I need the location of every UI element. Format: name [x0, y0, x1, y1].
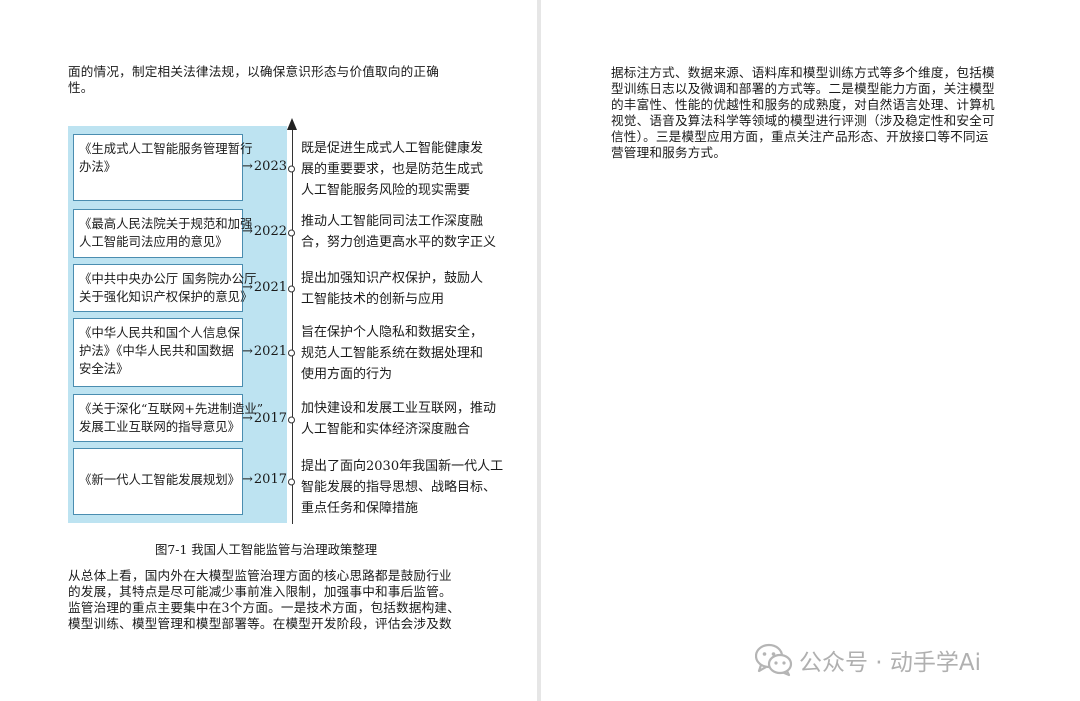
law-title-line: 《新一代人工智能发展规划》	[79, 472, 241, 487]
desc-line: 使用方面的行为	[301, 367, 393, 382]
watermark: 公众号 · 动手学Ai	[755, 640, 981, 680]
law-title-line: 《最高人民法院关于规范和加强	[79, 216, 253, 231]
text-line: 性。	[68, 80, 94, 95]
right-arrow-icon: →	[242, 159, 253, 174]
desc-line: 展的重要要求，也是防范生成式	[301, 162, 484, 177]
year-label: →2017	[242, 411, 287, 426]
right-arrow-icon: →	[242, 224, 253, 239]
timeline-arrowhead-icon	[287, 118, 297, 130]
right-arrow-icon: →	[242, 472, 253, 487]
desc-line: 规范人工智能系统在数据处理和	[301, 346, 484, 361]
right-page-paragraph: 据标注方式、数据来源、语料库和模型训练方式等多个维度，包括模 型训练日志以及微调…	[611, 65, 1016, 161]
policy-description: 提出了面向2030年我国新一代人工 智能发展的指导思想、战略目标、 重点任务和保…	[301, 456, 503, 519]
desc-line: 提出加强知识产权保护，鼓励人	[301, 271, 484, 286]
right-arrow-icon: →	[242, 411, 253, 426]
figure-caption: 图7-1 我国人工智能监管与治理政策整理	[155, 542, 378, 557]
year-label: →2023	[242, 159, 287, 174]
desc-line: 推动人工智能同司法工作深度融	[301, 214, 484, 229]
year-label: →2021	[242, 280, 287, 295]
timeline-dot	[288, 229, 295, 237]
desc-line: 人工智能服务风险的现实需要	[301, 183, 471, 198]
law-title-line: 《中共中央办公厅 国务院办公厅	[79, 271, 257, 286]
text-line: 从总体上看，国内外在大模型监管治理方面的核心思路都是鼓励行业	[68, 568, 452, 583]
text-line: 营管理和服务方式。	[611, 145, 727, 160]
text-line: 型训练日志以及微调和部署的方式等。二是模型能力方面，关注模型	[611, 81, 995, 96]
desc-line: 工智能技术的创新与应用	[301, 292, 445, 307]
desc-line: 加快建设和发展工业互联网，推动	[301, 401, 497, 416]
timeline-dot	[288, 349, 295, 357]
policy-timeline-figure: 《生成式人工智能服务管理暂行 办法》 《最高人民法院关于规范和加强 人工智能司法…	[68, 118, 503, 526]
law-title-line: 安全法》	[79, 361, 129, 376]
timeline-dot	[288, 285, 295, 293]
desc-line: 既是促进生成式人工智能健康发	[301, 141, 484, 156]
desc-line: 重点任务和保障措施	[301, 501, 419, 516]
timeline-dot	[288, 416, 295, 424]
right-arrow-icon: →	[242, 280, 253, 295]
law-box: 《新一代人工智能发展规划》	[73, 448, 243, 515]
law-title-line: 发展工业互联网的指导意见》	[79, 419, 241, 434]
text-line: 的丰富性、性能的优越性和服务的成熟度，对自然语言处理、计算机	[611, 97, 995, 112]
left-page: 面的情况，制定相关法律法规，以确保意识形态与价值取向的正确 性。 《生成式人工智…	[0, 0, 537, 701]
law-box: 《关于深化“互联网+先进制造业” 发展工业互联网的指导意见》	[73, 394, 264, 442]
text-line: 视觉、语音及算法科学等领域的模型进行评测（涉及稳定性和安全可	[611, 113, 995, 128]
desc-line: 人工智能和实体经济深度融合	[301, 422, 471, 437]
right-arrow-icon: →	[242, 344, 253, 359]
year-label: →2021	[242, 344, 287, 359]
text-line: 面的情况，制定相关法律法规，以确保意识形态与价值取向的正确	[68, 64, 440, 79]
law-title-line: 《生成式人工智能服务管理暂行	[79, 141, 253, 156]
desc-line: 合，努力创造更高水平的数字正义	[301, 235, 497, 250]
intro-paragraph: 面的情况，制定相关法律法规，以确保意识形态与价值取向的正确 性。	[68, 64, 478, 96]
wechat-icon	[755, 643, 793, 677]
summary-paragraph: 从总体上看，国内外在大模型监管治理方面的核心思路都是鼓励行业 的发展，其特点是尽…	[68, 568, 478, 632]
year-label: →2022	[242, 224, 287, 239]
law-title-line: 护法》《中华人民共和国数据	[79, 343, 234, 358]
timeline-dot	[288, 165, 295, 173]
desc-line: 旨在保护个人隐私和数据安全，	[301, 325, 484, 340]
year-label: →2017	[242, 472, 287, 487]
text-line: 模型训练、模型管理和模型部署等。在模型开发阶段，评估会涉及数	[68, 616, 452, 631]
law-box: 《中共中央办公厅 国务院办公厅 关于强化知识产权保护的意见》	[73, 264, 257, 312]
text-line: 的发展，其特点是尽可能减少事前准入限制，加强事中和事后监管。	[68, 584, 452, 599]
timeline-axis	[292, 130, 293, 524]
law-title-line: 关于强化知识产权保护的意见》	[79, 289, 253, 304]
law-box: 《中华人民共和国个人信息保 护法》《中华人民共和国数据 安全法》	[73, 318, 243, 387]
text-line: 信性）。三是模型应用方面，重点关注产品形态、开放接口等不同运	[611, 129, 989, 144]
text-line: 监管治理的重点主要集中在3个方面。一是技术方面，包括数据构建、	[68, 600, 461, 615]
law-box: 《最高人民法院关于规范和加强 人工智能司法应用的意见》	[73, 209, 253, 258]
law-title-line: 办法》	[79, 159, 117, 174]
policy-description: 提出加强知识产权保护，鼓励人 工智能技术的创新与应用	[301, 268, 483, 310]
policy-description: 旨在保护个人隐私和数据安全， 规范人工智能系统在数据处理和 使用方面的行为	[301, 322, 483, 385]
policy-description: 既是促进生成式人工智能健康发 展的重要要求，也是防范生成式 人工智能服务风险的现…	[301, 138, 483, 201]
text-line: 据标注方式、数据来源、语料库和模型训练方式等多个维度，包括模	[611, 65, 995, 80]
law-box: 《生成式人工智能服务管理暂行 办法》	[73, 134, 253, 201]
law-title-line: 《中华人民共和国个人信息保	[79, 325, 241, 340]
desc-line: 智能发展的指导思想、战略目标、	[301, 480, 497, 495]
policy-description: 推动人工智能同司法工作深度融 合，努力创造更高水平的数字正义	[301, 211, 496, 253]
law-title-line: 《关于深化“互联网+先进制造业”	[79, 401, 264, 416]
desc-line: 提出了面向2030年我国新一代人工	[301, 459, 504, 474]
timeline-dot	[288, 478, 295, 486]
watermark-text: 公众号 · 动手学Ai	[799, 650, 982, 676]
law-title-line: 人工智能司法应用的意见》	[79, 234, 228, 249]
policy-description: 加快建设和发展工业互联网，推动 人工智能和实体经济深度融合	[301, 398, 496, 440]
